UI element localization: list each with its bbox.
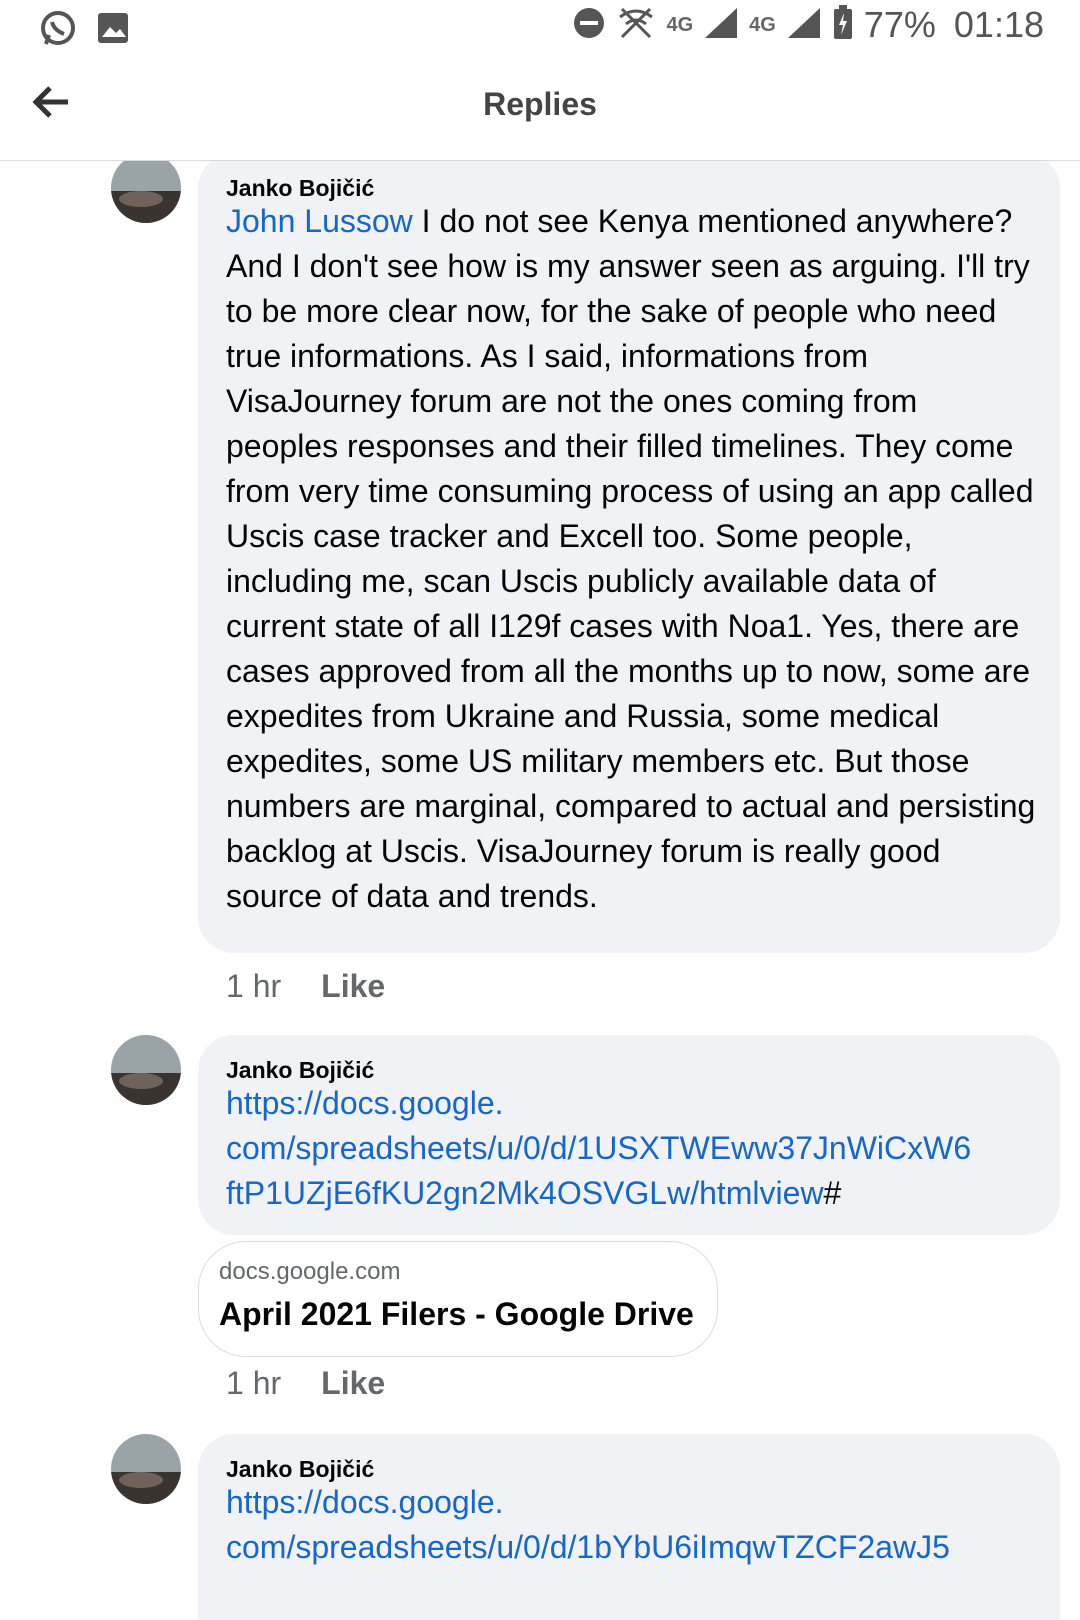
timestamp: 1 hr	[226, 1365, 282, 1401]
wifi-off-icon	[616, 5, 656, 46]
comment-author[interactable]: Janko Bojičić	[226, 1057, 374, 1084]
timestamp: 1 hr	[226, 968, 282, 1004]
avatar[interactable]	[111, 161, 181, 223]
network-label-secondary: 4G	[749, 13, 776, 36]
link-line[interactable]: ftP1UZjE6fKU2gn2Mk4OSVGLw/htmlview	[226, 1175, 824, 1211]
dnd-icon	[572, 6, 606, 45]
comment-author[interactable]: Janko Bojičić	[226, 1456, 374, 1483]
avatar[interactable]	[111, 1434, 181, 1504]
comment-meta: 1 hr Like	[226, 968, 385, 1005]
link-preview-card[interactable]: docs.google.com April 2021 Filers - Goog…	[198, 1241, 718, 1357]
app-bar: Replies	[0, 56, 1080, 161]
signal-icon	[703, 6, 739, 45]
battery-percent: 77%	[863, 4, 936, 45]
link-suffix: #	[823, 1175, 842, 1211]
comment-meta: 1 hr Like	[226, 1365, 385, 1402]
preview-title: April 2021 Filers - Google Drive	[219, 1296, 694, 1332]
gallery-icon	[96, 11, 130, 50]
link-line[interactable]: https://docs.google.	[226, 1480, 1036, 1525]
link-line[interactable]: com/spreadsheets/u/0/d/1USXTWEww37JnWiCx…	[226, 1126, 1036, 1171]
comment-body: I do not see Kenya mentioned anywhere? A…	[226, 203, 1036, 914]
comment-bubble: Janko Bojičić John Lussow I do not see K…	[198, 161, 1060, 953]
link-line[interactable]: https://docs.google.	[226, 1081, 1036, 1126]
clock: 01:18	[953, 4, 1044, 45]
link-line-wrap: ftP1UZjE6fKU2gn2Mk4OSVGLw/htmlview#	[226, 1171, 1036, 1216]
comment-bubble: Janko Bojičić https://docs.google. com/s…	[198, 1434, 1060, 1620]
comment-author[interactable]: Janko Bojičić	[226, 175, 374, 202]
mention-link[interactable]: John Lussow	[226, 203, 413, 239]
preview-domain: docs.google.com	[219, 1258, 401, 1285]
like-button[interactable]: Like	[321, 968, 385, 1004]
comment-link[interactable]: https://docs.google. com/spreadsheets/u/…	[226, 1480, 1036, 1570]
comment-bubble: Janko Bojičić https://docs.google. com/s…	[198, 1035, 1060, 1235]
status-bar: 4G 4G 77% 01:18	[0, 0, 1080, 56]
comment-link[interactable]: https://docs.google. com/spreadsheets/u/…	[226, 1081, 1036, 1216]
avatar[interactable]	[111, 1035, 181, 1105]
page-title: Replies	[483, 86, 597, 122]
like-button[interactable]: Like	[321, 1365, 385, 1401]
whatsapp-icon	[38, 8, 78, 53]
battery-icon	[832, 4, 854, 46]
link-line[interactable]: com/spreadsheets/u/0/d/1bYbU6iImqwTZCF2a…	[226, 1525, 1036, 1570]
comment-text: John Lussow I do not see Kenya mentioned…	[226, 199, 1036, 919]
replies-list: Janko Bojičić John Lussow I do not see K…	[0, 161, 1080, 1620]
signal-icon	[786, 6, 822, 45]
network-label-primary: 4G	[666, 13, 694, 36]
